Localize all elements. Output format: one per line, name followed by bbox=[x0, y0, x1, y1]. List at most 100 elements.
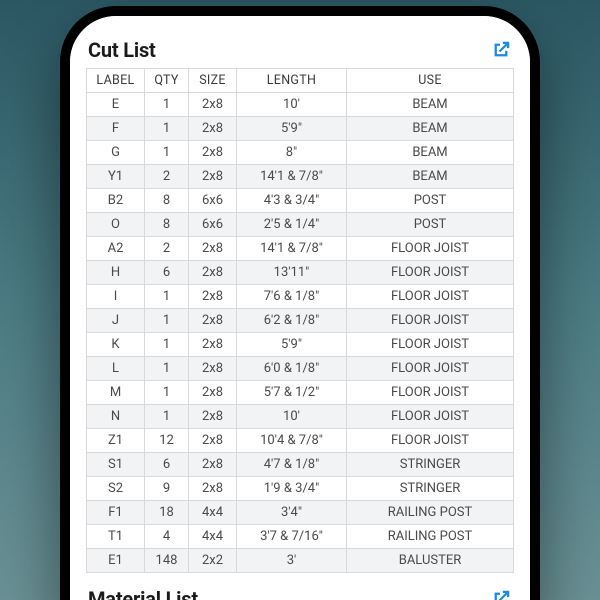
cell-length: 2'5 & 1/4" bbox=[237, 213, 347, 237]
cut-list-table: LABEL QTY SIZE LENGTH USE E12x810'BEAMF1… bbox=[86, 68, 514, 573]
cell-size: 2x8 bbox=[189, 309, 237, 333]
table-row: E12x810'BEAM bbox=[87, 93, 514, 117]
cut-list-title: Cut List bbox=[88, 38, 156, 62]
cell-use: FLOOR JOIST bbox=[347, 285, 514, 309]
cell-qty: 6 bbox=[145, 261, 189, 285]
cell-size: 2x8 bbox=[189, 453, 237, 477]
cell-label: E bbox=[87, 93, 145, 117]
cell-use: FLOOR JOIST bbox=[347, 309, 514, 333]
table-header-row: LABEL QTY SIZE LENGTH USE bbox=[87, 69, 514, 93]
cell-label: M bbox=[87, 381, 145, 405]
table-row: J12x86'2 & 1/8"FLOOR JOIST bbox=[87, 309, 514, 333]
cell-size: 2x8 bbox=[189, 93, 237, 117]
cell-length: 14'1 & 7/8" bbox=[237, 237, 347, 261]
cell-use: BEAM bbox=[347, 141, 514, 165]
cell-use: FLOOR JOIST bbox=[347, 381, 514, 405]
table-row: O86x62'5 & 1/4"POST bbox=[87, 213, 514, 237]
cell-use: BEAM bbox=[347, 165, 514, 189]
cell-use: FLOOR JOIST bbox=[347, 405, 514, 429]
table-row: K12x85'9"FLOOR JOIST bbox=[87, 333, 514, 357]
cell-label: N bbox=[87, 405, 145, 429]
cell-use: FLOOR JOIST bbox=[347, 237, 514, 261]
cell-qty: 1 bbox=[145, 141, 189, 165]
col-header-length: LENGTH bbox=[237, 69, 347, 93]
table-row: T144x43'7 & 7/16"RAILING POST bbox=[87, 525, 514, 549]
table-row: E11482x23'BALUSTER bbox=[87, 549, 514, 573]
cell-qty: 9 bbox=[145, 477, 189, 501]
cell-size: 2x8 bbox=[189, 381, 237, 405]
cell-use: POST bbox=[347, 189, 514, 213]
table-row: Z1122x810'4 & 7/8"FLOOR JOIST bbox=[87, 429, 514, 453]
cell-qty: 1 bbox=[145, 357, 189, 381]
cell-qty: 2 bbox=[145, 165, 189, 189]
cell-length: 4'3 & 3/4" bbox=[237, 189, 347, 213]
table-row: G12x88"BEAM bbox=[87, 141, 514, 165]
cell-length: 4'7 & 1/8" bbox=[237, 453, 347, 477]
material-list-header: Material List bbox=[86, 583, 514, 600]
cell-length: 10' bbox=[237, 405, 347, 429]
cell-length: 5'9" bbox=[237, 333, 347, 357]
cell-size: 6x6 bbox=[189, 213, 237, 237]
table-row: L12x86'0 & 1/8"FLOOR JOIST bbox=[87, 357, 514, 381]
cell-length: 1'9 & 3/4" bbox=[237, 477, 347, 501]
cell-qty: 1 bbox=[145, 381, 189, 405]
col-header-use: USE bbox=[347, 69, 514, 93]
cell-label: I bbox=[87, 285, 145, 309]
cell-label: O bbox=[87, 213, 145, 237]
cell-use: STRINGER bbox=[347, 477, 514, 501]
cell-label: Z1 bbox=[87, 429, 145, 453]
cell-size: 2x8 bbox=[189, 261, 237, 285]
cell-length: 3' bbox=[237, 549, 347, 573]
cell-qty: 1 bbox=[145, 117, 189, 141]
col-header-size: SIZE bbox=[189, 69, 237, 93]
cell-qty: 18 bbox=[145, 501, 189, 525]
app-screen: Cut List LABEL QTY SIZE LENGTH USE E12x8… bbox=[70, 16, 530, 600]
cell-label: G bbox=[87, 141, 145, 165]
material-list-title: Material List bbox=[88, 587, 198, 600]
cell-length: 3'7 & 7/16" bbox=[237, 525, 347, 549]
cell-label: Y1 bbox=[87, 165, 145, 189]
cell-use: POST bbox=[347, 213, 514, 237]
cell-label: F1 bbox=[87, 501, 145, 525]
table-row: F12x85'9"BEAM bbox=[87, 117, 514, 141]
cell-size: 4x4 bbox=[189, 501, 237, 525]
cell-size: 2x8 bbox=[189, 405, 237, 429]
cell-use: FLOOR JOIST bbox=[347, 357, 514, 381]
cell-label: K bbox=[87, 333, 145, 357]
cell-length: 8" bbox=[237, 141, 347, 165]
cell-qty: 8 bbox=[145, 213, 189, 237]
share-icon[interactable] bbox=[490, 588, 512, 600]
cell-length: 14'1 & 7/8" bbox=[237, 165, 347, 189]
cell-qty: 1 bbox=[145, 333, 189, 357]
col-header-label: LABEL bbox=[87, 69, 145, 93]
cell-size: 2x8 bbox=[189, 141, 237, 165]
cell-label: J bbox=[87, 309, 145, 333]
cell-qty: 1 bbox=[145, 285, 189, 309]
table-row: A222x814'1 & 7/8"FLOOR JOIST bbox=[87, 237, 514, 261]
cell-length: 3'4" bbox=[237, 501, 347, 525]
phone-frame: Cut List LABEL QTY SIZE LENGTH USE E12x8… bbox=[60, 6, 540, 600]
cell-label: L bbox=[87, 357, 145, 381]
table-row: B286x64'3 & 3/4"POST bbox=[87, 189, 514, 213]
cell-label: E1 bbox=[87, 549, 145, 573]
share-icon[interactable] bbox=[490, 39, 512, 61]
cell-size: 4x4 bbox=[189, 525, 237, 549]
table-row: I12x87'6 & 1/8"FLOOR JOIST bbox=[87, 285, 514, 309]
cell-use: RAILING POST bbox=[347, 501, 514, 525]
cell-label: S1 bbox=[87, 453, 145, 477]
cell-size: 2x8 bbox=[189, 333, 237, 357]
cell-label: T1 bbox=[87, 525, 145, 549]
cell-qty: 4 bbox=[145, 525, 189, 549]
cell-size: 6x6 bbox=[189, 189, 237, 213]
cell-qty: 1 bbox=[145, 405, 189, 429]
cell-label: B2 bbox=[87, 189, 145, 213]
cell-use: STRINGER bbox=[347, 453, 514, 477]
table-row: H62x813'11"FLOOR JOIST bbox=[87, 261, 514, 285]
cell-label: S2 bbox=[87, 477, 145, 501]
cell-length: 10' bbox=[237, 93, 347, 117]
cell-size: 2x2 bbox=[189, 549, 237, 573]
col-header-qty: QTY bbox=[145, 69, 189, 93]
table-row: S162x84'7 & 1/8"STRINGER bbox=[87, 453, 514, 477]
cell-length: 5'9" bbox=[237, 117, 347, 141]
cell-length: 7'6 & 1/8" bbox=[237, 285, 347, 309]
